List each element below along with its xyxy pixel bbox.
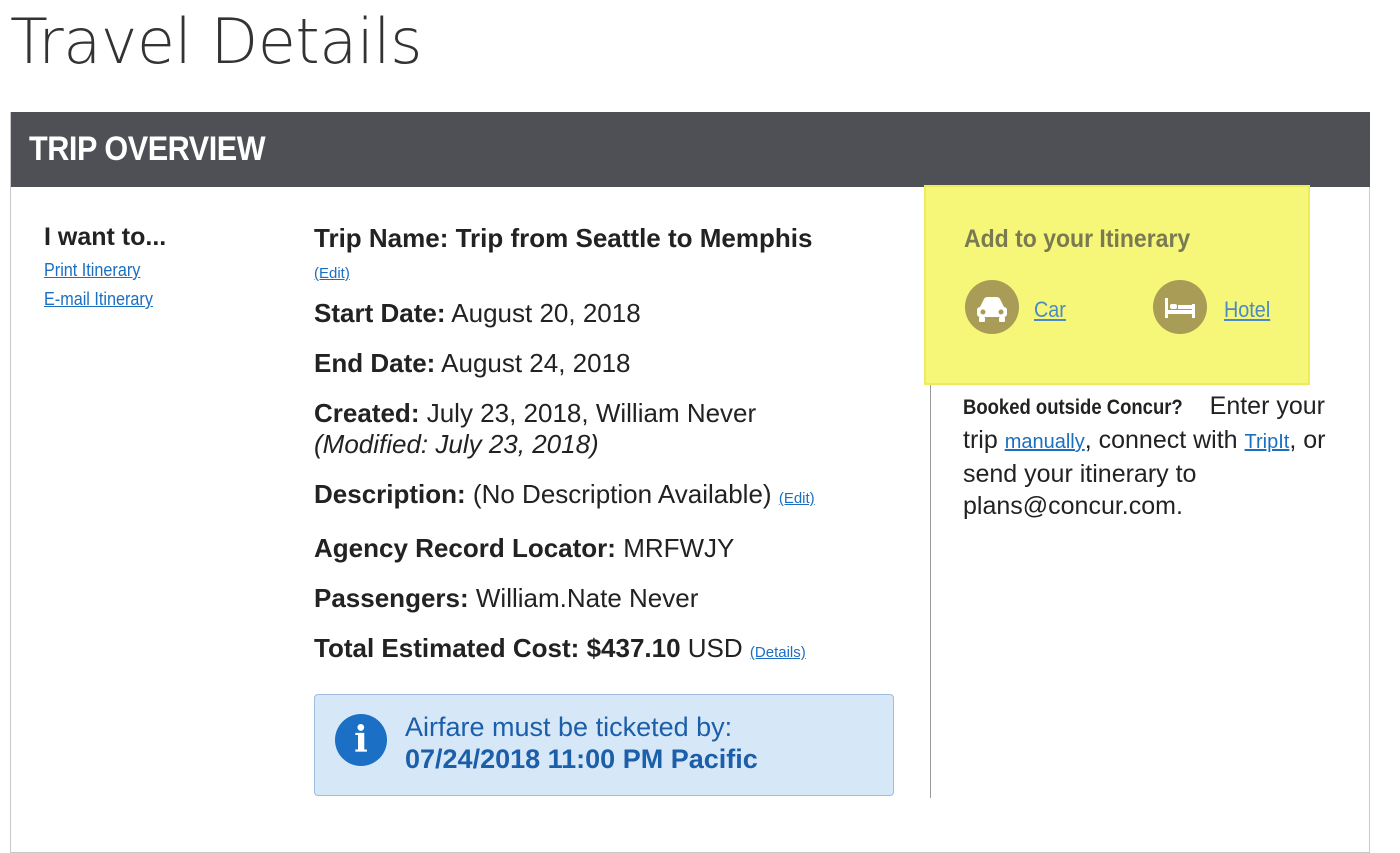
notice-line2: 07/24/2018 11:00 PM Pacific <box>405 744 758 774</box>
created-label: Created: <box>314 398 420 428</box>
description-row: Description: (No Description Available) … <box>314 479 914 514</box>
end-date-value: August 24, 2018 <box>441 348 631 378</box>
start-date-value: August 20, 2018 <box>451 298 641 328</box>
total-cost-row: Total Estimated Cost: $437.10 USD (Detai… <box>314 633 914 668</box>
trip-name-value: Trip from Seattle to Memphis <box>455 223 813 253</box>
end-date-label: End Date: <box>314 348 436 378</box>
start-date-row: Start Date: August 20, 2018 <box>314 298 914 329</box>
manually-link[interactable]: manually <box>1005 431 1085 453</box>
description-value: (No Description Available) <box>472 479 772 509</box>
email-itinerary-link[interactable]: E-mail Itinerary <box>44 289 154 310</box>
add-car-link[interactable]: Car <box>1034 297 1066 323</box>
record-locator-row: Agency Record Locator: MRFWJY <box>314 533 914 564</box>
record-locator-value: MRFWJY <box>623 533 735 563</box>
panel-header-title: TRIP OVERVIEW <box>29 130 266 168</box>
print-itinerary-link[interactable]: Print Itinerary <box>44 260 154 281</box>
created-row: Created: July 23, 2018, William Never (M… <box>314 398 914 460</box>
notice-line1: Airfare must be ticketed by: <box>405 712 733 742</box>
total-cost-currency: USD <box>687 633 743 663</box>
passengers-value: William.Nate Never <box>475 583 699 613</box>
trip-name-label: Trip Name: <box>314 223 449 253</box>
end-date-row: End Date: August 24, 2018 <box>314 348 914 379</box>
actions-title: I want to... <box>44 223 167 251</box>
created-value: July 23, 2018, William Never <box>426 398 757 428</box>
record-locator-label: Agency Record Locator: <box>314 533 616 563</box>
add-to-itinerary-box: Add to your Itinerary Car Hotel <box>924 185 1310 385</box>
panel-header: TRIP OVERVIEW <box>11 112 1370 187</box>
trip-name-row: Trip Name: Trip from Seattle to Memphis … <box>314 223 914 289</box>
passengers-row: Passengers: William.Nate Never <box>314 583 914 614</box>
notice-text: Airfare must be ticketed by: 07/24/2018 … <box>405 711 758 775</box>
booked-outside-question: Booked outside Concur? <box>963 396 1183 419</box>
passengers-label: Passengers: <box>314 583 469 613</box>
info-icon: i <box>335 714 387 766</box>
tripit-link[interactable]: TripIt <box>1245 431 1290 453</box>
outside-text-2: , connect with <box>1084 426 1238 454</box>
modified-value: (Modified: July 23, 2018) <box>314 429 599 459</box>
add-hotel-link[interactable]: Hotel <box>1224 297 1270 323</box>
booked-outside-text: Booked outside Concur? Enter your trip m… <box>963 390 1333 522</box>
description-label: Description: <box>314 479 466 509</box>
edit-description-link[interactable]: (Edit) <box>779 490 815 507</box>
trip-details: Trip Name: Trip from Seattle to Memphis … <box>314 223 914 687</box>
cost-details-link[interactable]: (Details) <box>750 644 806 661</box>
add-to-itinerary-title: Add to your Itinerary <box>964 225 1191 253</box>
total-cost-amount: $437.10 <box>586 633 681 663</box>
edit-trip-name-link[interactable]: (Edit) <box>314 265 350 282</box>
actions-column: I want to... Print Itinerary E-mail Itin… <box>44 223 166 310</box>
hotel-bed-icon[interactable] <box>1153 280 1207 334</box>
ticketing-notice: i Airfare must be ticketed by: 07/24/201… <box>314 694 894 796</box>
start-date-label: Start Date: <box>314 298 446 328</box>
car-icon[interactable] <box>965 280 1019 334</box>
page-title: Travel Details <box>10 5 422 78</box>
total-cost-label: Total Estimated Cost: <box>314 633 580 663</box>
